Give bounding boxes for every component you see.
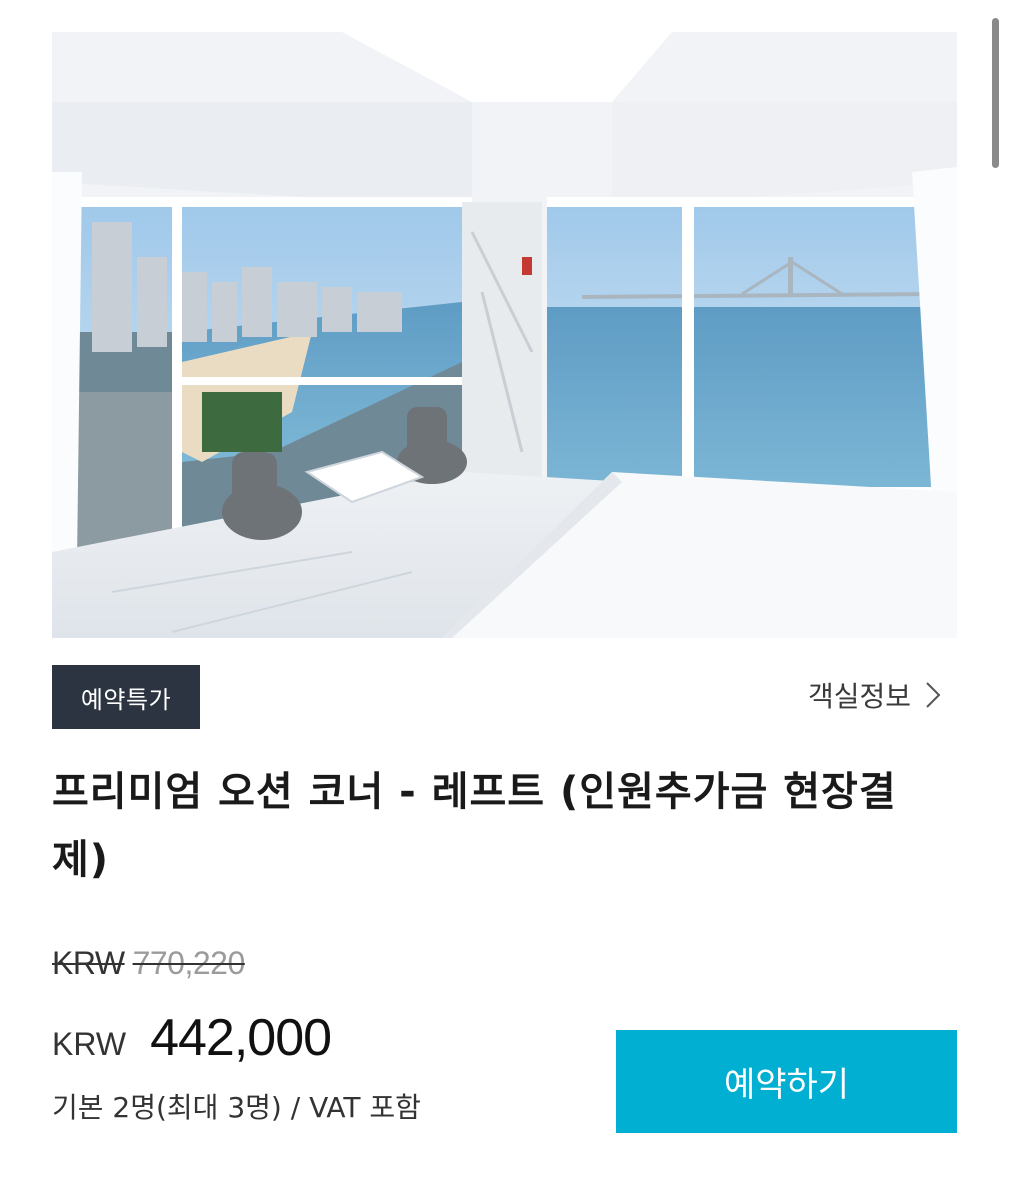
room-photo[interactable] xyxy=(52,32,957,638)
original-price-amount: 770,220 xyxy=(132,945,246,981)
original-price: KRW 770,220 xyxy=(52,945,245,982)
room-detail-page: 예약특가 객실정보 프리미엄 오션 코너 - 레프트 (인원추가금 현장결제) … xyxy=(0,0,1009,1200)
room-title: 프리미엄 오션 코너 - 레프트 (인원추가금 현장결제) xyxy=(52,769,897,883)
sale-price-currency: KRW xyxy=(52,1026,127,1062)
room-info-label: 객실정보 xyxy=(807,680,911,713)
book-button[interactable]: 예약하기 xyxy=(616,1030,957,1133)
room-info-link[interactable]: 객실정보 xyxy=(808,675,941,715)
occupancy-info: 기본 2명(최대 3명) / VAT 포함 xyxy=(52,1091,421,1124)
chevron-right-icon xyxy=(925,681,941,709)
original-price-currency: KRW xyxy=(52,945,125,981)
sale-price: KRW 442,000 xyxy=(52,1008,332,1068)
sale-price-amount: 442,000 xyxy=(150,1009,332,1067)
special-offer-badge: 예약특가 xyxy=(52,665,200,729)
scrollbar[interactable] xyxy=(992,18,999,168)
